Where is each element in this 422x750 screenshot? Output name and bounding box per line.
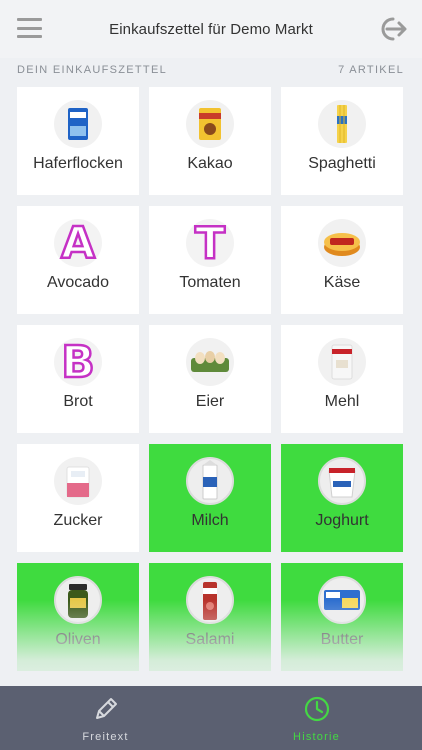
list-item-haferflocken[interactable]: Haferflocken (17, 87, 139, 195)
item-label: Milch (191, 512, 229, 529)
item-label: Joghurt (315, 512, 369, 529)
item-label: Mehl (324, 393, 360, 410)
item-label: Eier (195, 393, 225, 410)
item-label: Avocado (47, 274, 109, 291)
spaghetti-package-icon (318, 100, 366, 148)
letter-b-icon: B (54, 335, 102, 389)
tab-historie[interactable]: Historie (211, 686, 422, 750)
tab-label: Historie (293, 731, 340, 743)
list-item-joghurt[interactable]: Joghurt (281, 444, 403, 552)
logout-icon[interactable] (376, 15, 408, 43)
shopping-list-grid: Haferflocken Kakao Spaghetti A Avocado T (17, 87, 403, 671)
list-item-oliven[interactable]: Oliven (17, 563, 139, 671)
item-count: 7 ARTIKEL (338, 64, 404, 76)
list-item-mehl[interactable]: Mehl (281, 325, 403, 433)
flour-package-icon (318, 338, 366, 386)
list-header: DEIN EINKAUFSZETTEL 7 ARTIKEL (0, 58, 422, 82)
letter-t-icon: T (186, 216, 234, 270)
item-label: Oliven (55, 631, 101, 648)
list-item-eier[interactable]: Eier (149, 325, 271, 433)
olive-jar-icon (54, 576, 102, 624)
app-header: Einkaufszettel für Demo Markt (0, 0, 422, 58)
list-item-avocado[interactable]: A Avocado (17, 206, 139, 314)
bottom-tab-bar: Freitext Historie (0, 686, 422, 750)
butter-package-icon (318, 576, 366, 624)
cheese-wheel-icon (318, 219, 366, 267)
salami-package-icon (186, 576, 234, 624)
oat-flakes-package-icon (54, 100, 102, 148)
item-label: Käse (323, 274, 361, 291)
item-label: Salami (185, 631, 235, 648)
clock-icon (304, 696, 329, 722)
cocoa-package-icon (186, 100, 234, 148)
item-label: Kakao (187, 155, 233, 172)
item-label: Tomaten (179, 274, 241, 291)
tab-label: Freitext (82, 731, 129, 743)
list-item-brot[interactable]: B Brot (17, 325, 139, 433)
page-title: Einkaufszettel für Demo Markt (109, 20, 313, 38)
section-title: DEIN EINKAUFSZETTEL (17, 64, 167, 76)
tab-freitext[interactable]: Freitext (0, 686, 211, 750)
letter-a-icon: A (54, 216, 102, 270)
yogurt-cup-icon (318, 457, 366, 505)
item-label: Brot (63, 393, 93, 410)
item-label: Haferflocken (33, 155, 123, 172)
list-item-milch[interactable]: Milch (149, 444, 271, 552)
list-item-butter[interactable]: Butter (281, 563, 403, 671)
list-item-kakao[interactable]: Kakao (149, 87, 271, 195)
egg-carton-icon (186, 338, 234, 386)
list-item-spaghetti[interactable]: Spaghetti (281, 87, 403, 195)
item-label: Butter (320, 631, 364, 648)
list-item-kaese[interactable]: Käse (281, 206, 403, 314)
item-label: Zucker (53, 512, 103, 529)
milk-carton-icon (186, 457, 234, 505)
list-item-salami[interactable]: Salami (149, 563, 271, 671)
sugar-package-icon (54, 457, 102, 505)
pencil-icon (95, 698, 117, 719)
list-item-zucker[interactable]: Zucker (17, 444, 139, 552)
list-item-tomaten[interactable]: T Tomaten (149, 206, 271, 314)
hamburger-menu-icon[interactable] (17, 18, 42, 38)
item-label: Spaghetti (308, 155, 376, 172)
